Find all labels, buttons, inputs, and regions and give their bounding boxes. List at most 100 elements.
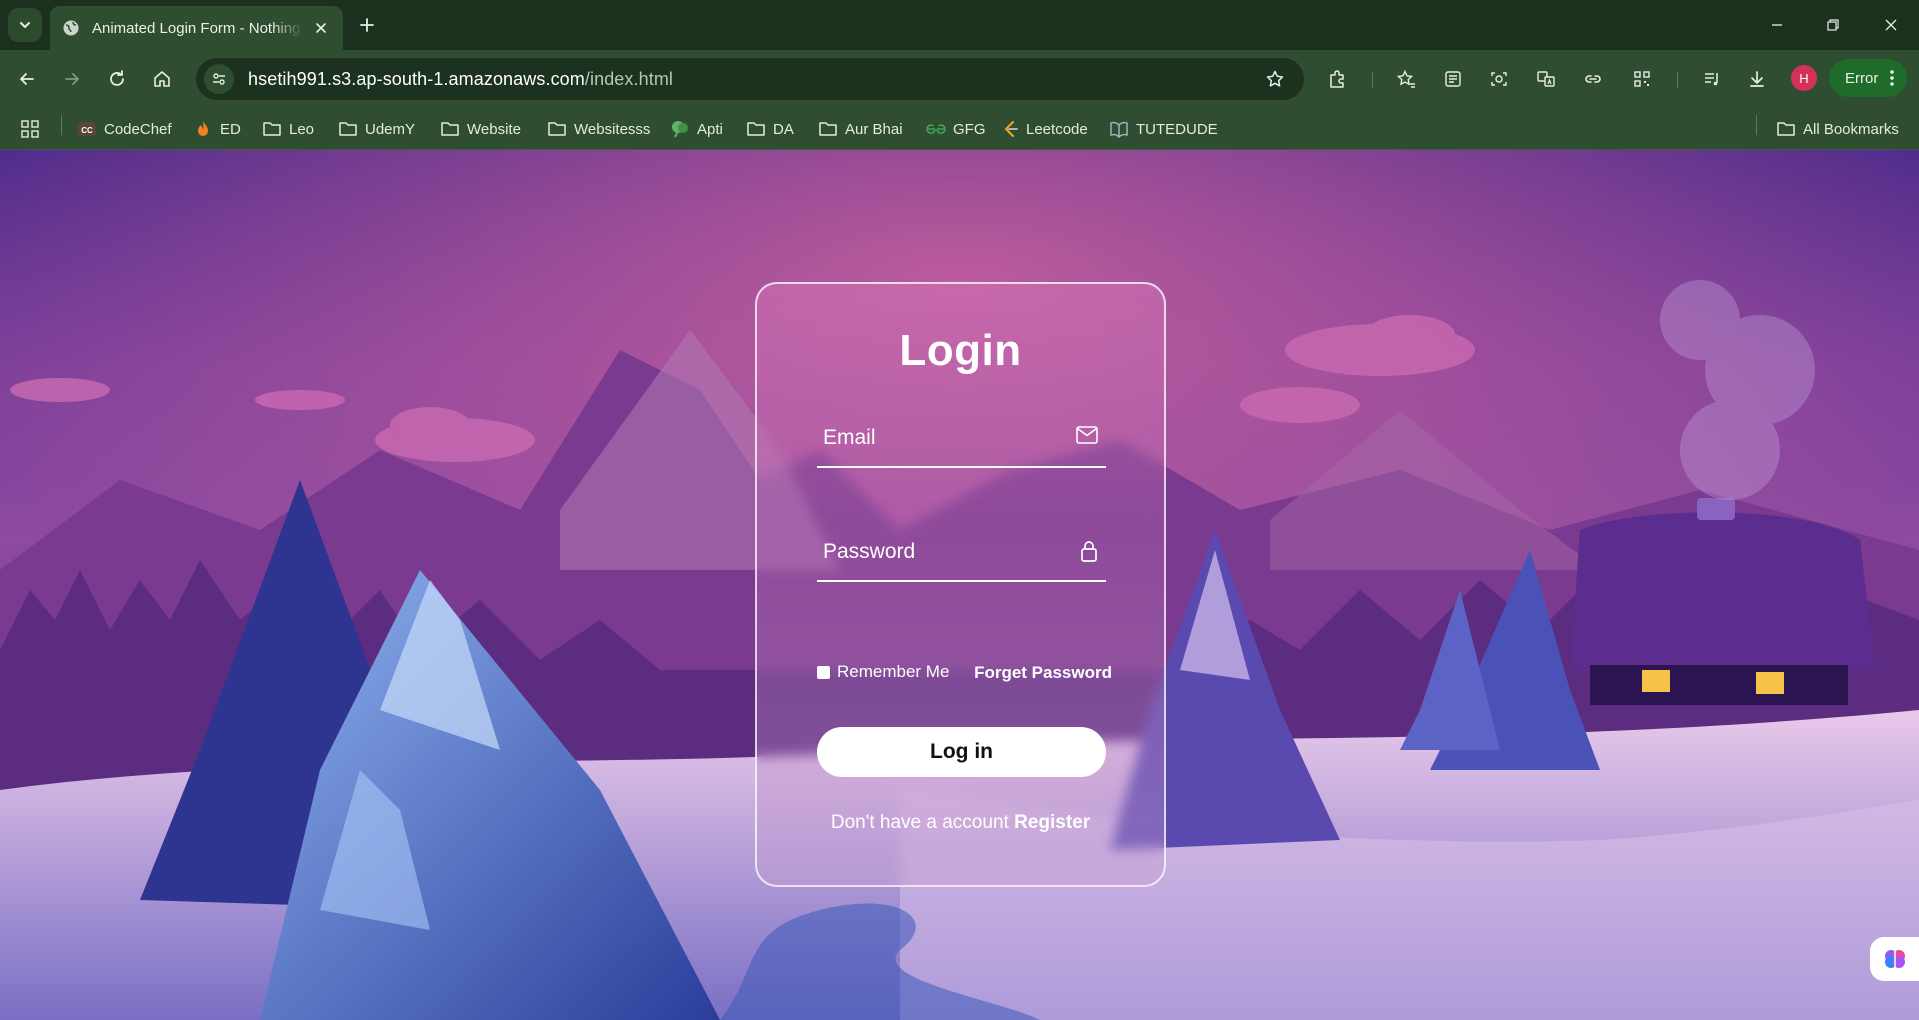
login-button[interactable]: Log in bbox=[817, 727, 1106, 777]
bookmark-folder-websitesss[interactable]: Websitesss bbox=[547, 116, 650, 142]
toolbar-divider bbox=[1372, 72, 1373, 88]
page-viewport: Login Remember Me Forget Password Log in… bbox=[0, 150, 1919, 1020]
bookmarks-divider bbox=[61, 115, 62, 135]
url-host: hsetih991.s3.ap-south-1.amazonaws.com bbox=[248, 68, 585, 89]
bookmark-label: Apti bbox=[697, 120, 723, 138]
bookmark-label: TUTEDUDE bbox=[1136, 120, 1218, 138]
bookmark-folder-aur-bhai[interactable]: Aur Bhai bbox=[818, 116, 903, 142]
bookmark-codechef[interactable]: CC CodeChef bbox=[77, 116, 172, 142]
tab-search-button[interactable] bbox=[8, 8, 42, 42]
tab-strip: Animated Login Form - Nothing bbox=[0, 0, 1919, 50]
puzzle-icon bbox=[1330, 70, 1344, 88]
apps-grid-icon bbox=[21, 120, 39, 138]
translate-icon bbox=[1537, 71, 1555, 87]
remember-label[interactable]: Remember Me bbox=[837, 662, 949, 682]
bookmark-label: ED bbox=[220, 120, 241, 138]
close-tab-icon[interactable] bbox=[311, 18, 331, 38]
address-toolbar: hsetih991.s3.ap-south-1.amazonaws.com/in… bbox=[0, 50, 1919, 108]
bookmark-label: UdemY bbox=[365, 120, 416, 138]
bookmark-star-button[interactable] bbox=[1260, 64, 1290, 94]
star-list-icon bbox=[1396, 69, 1415, 88]
email-input[interactable] bbox=[817, 418, 1057, 458]
home-icon bbox=[154, 71, 170, 87]
bookmark-label: Websitesss bbox=[574, 120, 651, 138]
assistant-side-button[interactable] bbox=[1870, 937, 1919, 981]
bookmark-label: Leetcode bbox=[1026, 120, 1088, 138]
url-path: /index.html bbox=[584, 68, 674, 89]
bookmark-folder-da[interactable]: DA bbox=[746, 116, 794, 142]
brain-icon bbox=[672, 121, 688, 138]
minimize-icon bbox=[1772, 24, 1782, 26]
bookmark-label: GFG bbox=[953, 120, 986, 138]
link-icon bbox=[1585, 75, 1601, 83]
bookmark-leetcode[interactable]: Leetcode bbox=[1001, 116, 1088, 142]
leetcode-icon bbox=[1004, 121, 1018, 137]
brain-icon bbox=[1885, 950, 1905, 968]
password-input[interactable] bbox=[817, 532, 1057, 572]
fire-icon bbox=[198, 121, 208, 136]
restore-button[interactable] bbox=[1818, 10, 1848, 40]
register-link[interactable]: Register bbox=[1014, 812, 1090, 833]
bookmark-label: DA bbox=[773, 120, 794, 138]
bookmark-tutedude[interactable]: TUTEDUDE bbox=[1109, 116, 1218, 142]
lock-icon bbox=[1081, 541, 1097, 562]
bookmark-apti[interactable]: Apti bbox=[670, 116, 723, 142]
address-bar[interactable]: hsetih991.s3.ap-south-1.amazonaws.com/in… bbox=[196, 58, 1304, 100]
folder-icon bbox=[1777, 122, 1795, 136]
home-button[interactable] bbox=[147, 64, 177, 94]
apps-button[interactable] bbox=[20, 116, 47, 142]
translate-button[interactable] bbox=[1531, 64, 1561, 94]
arrow-right-icon bbox=[65, 73, 79, 85]
remember-row: Remember Me Forget Password bbox=[817, 661, 1112, 685]
bookmark-label: Aur Bhai bbox=[845, 120, 903, 138]
remember-checkbox[interactable] bbox=[817, 666, 830, 679]
bookmark-folder-website[interactable]: Website bbox=[440, 116, 521, 142]
all-bookmarks-button[interactable]: All Bookmarks bbox=[1776, 116, 1899, 142]
forward-button[interactable] bbox=[57, 64, 87, 94]
minimize-button[interactable] bbox=[1762, 10, 1792, 40]
password-field-wrapper bbox=[817, 526, 1106, 582]
media-control-button[interactable] bbox=[1697, 64, 1727, 94]
no-account-text: Don't have a account bbox=[830, 812, 1009, 833]
copy-link-button[interactable] bbox=[1578, 64, 1608, 94]
bookmark-folder-leo[interactable]: Leo bbox=[262, 116, 314, 142]
bookmark-folder-udemy[interactable]: UdemY bbox=[338, 116, 415, 142]
new-tab-button[interactable] bbox=[354, 12, 380, 38]
folder-icon bbox=[339, 122, 357, 136]
active-tab[interactable]: Animated Login Form - Nothing bbox=[50, 6, 343, 50]
tab-title: Animated Login Form - Nothing bbox=[92, 19, 301, 37]
screenshot-button[interactable] bbox=[1484, 64, 1514, 94]
reload-button[interactable] bbox=[102, 64, 132, 94]
all-bookmarks-label: All Bookmarks bbox=[1803, 120, 1899, 138]
globe-icon bbox=[63, 20, 79, 36]
chevron-down-icon bbox=[20, 22, 30, 28]
gfg-icon bbox=[926, 124, 946, 134]
email-field-wrapper bbox=[817, 412, 1106, 468]
folder-icon bbox=[819, 122, 837, 136]
favorites-button[interactable] bbox=[1391, 64, 1421, 94]
bookmark-gfg[interactable]: GFG bbox=[926, 116, 986, 142]
extensions-button[interactable] bbox=[1322, 64, 1352, 94]
url-text[interactable]: hsetih991.s3.ap-south-1.amazonaws.com/in… bbox=[248, 69, 1260, 90]
bookmark-ed[interactable]: ED bbox=[193, 116, 241, 142]
site-info-button[interactable] bbox=[204, 64, 234, 94]
profile-avatar[interactable]: H bbox=[1791, 65, 1817, 91]
qr-code-button[interactable] bbox=[1627, 64, 1657, 94]
close-window-button[interactable] bbox=[1876, 10, 1906, 40]
svg-text:CC: CC bbox=[81, 126, 93, 135]
more-options-icon bbox=[1890, 70, 1894, 86]
error-button[interactable]: Error bbox=[1829, 59, 1907, 97]
login-title: Login bbox=[899, 326, 1022, 375]
forgot-password-link[interactable]: Forget Password bbox=[974, 663, 1112, 683]
back-button[interactable] bbox=[12, 64, 42, 94]
camera-icon bbox=[1491, 72, 1507, 86]
codechef-icon: CC bbox=[78, 122, 96, 136]
bookmarks-divider bbox=[1756, 115, 1757, 135]
qr-code-icon bbox=[1634, 71, 1650, 87]
book-icon bbox=[1110, 121, 1128, 138]
reading-list-button[interactable] bbox=[1438, 64, 1468, 94]
login-card: Login Remember Me Forget Password Log in… bbox=[755, 282, 1166, 887]
toolbar-divider bbox=[1677, 72, 1678, 88]
reading-list-icon bbox=[1445, 71, 1461, 87]
downloads-button[interactable] bbox=[1742, 64, 1772, 94]
